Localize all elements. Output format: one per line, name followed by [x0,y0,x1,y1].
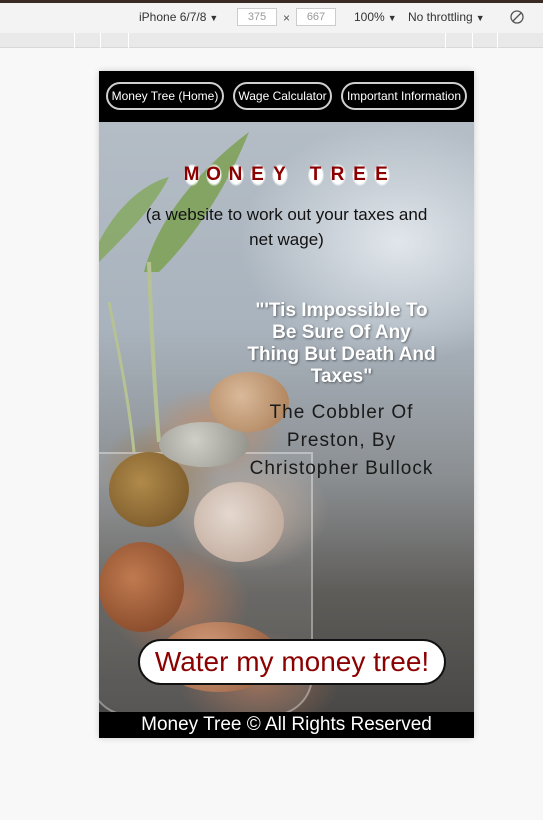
width-input[interactable]: 375 [237,8,277,26]
quote-text: "'Tis Impossible To Be Sure Of Any Thing… [247,300,436,387]
throttling-label: No throttling [408,10,473,24]
title-letter: N [227,164,244,186]
coin-image [109,452,189,527]
device-toolbar: iPhone 6/7/8 ▼ 375 × 667 100% ▼ No throttl… [0,0,543,33]
throttling-select[interactable]: No throttling ▼ [408,10,485,24]
media-query-ruler[interactable] [0,33,543,48]
nav-home-button[interactable]: Money Tree (Home) [106,82,224,110]
zoom-select[interactable]: 100% ▼ [354,10,397,24]
title-letter: E [351,164,368,186]
quote-attribution: The Cobbler Of Preston, By Christopher B… [249,402,434,479]
title-letter: E [373,164,390,186]
hero-section: MONEYTREE (a website to work out your ta… [99,122,474,716]
chevron-down-icon: ▼ [209,13,219,23]
title-letter: M [183,164,200,186]
title-letter: O [205,164,222,186]
title-letter: Y [271,164,288,186]
nav-important-information-button[interactable]: Important Information [341,82,467,110]
chevron-down-icon: ▼ [475,13,485,23]
device-select[interactable]: iPhone 6/7/8 ▼ [139,10,218,24]
chevron-down-icon: ▼ [387,13,397,23]
page-title: MONEYTREE [99,164,474,186]
device-label: iPhone 6/7/8 [139,10,207,24]
title-letter: T [307,164,324,186]
times-icon: × [283,11,291,25]
title-letter: E [249,164,266,186]
footer: Money Tree © All Rights Reserved [99,712,474,738]
zoom-label: 100% [354,10,385,24]
title-letter: R [329,164,346,186]
page-subtitle: (a website to work out your taxes and ne… [145,205,428,249]
coin-image [194,482,284,562]
coin-image [99,542,184,632]
nav-wage-calculator-button[interactable]: Wage Calculator [233,82,332,110]
water-money-tree-button[interactable]: Water my money tree! [138,639,446,685]
rotate-icon[interactable] [510,10,524,24]
height-input[interactable]: 667 [296,8,336,26]
page-viewport: Money Tree (Home) Wage Calculator Import… [99,71,474,738]
navbar: Money Tree (Home) Wage Calculator Import… [99,71,474,122]
